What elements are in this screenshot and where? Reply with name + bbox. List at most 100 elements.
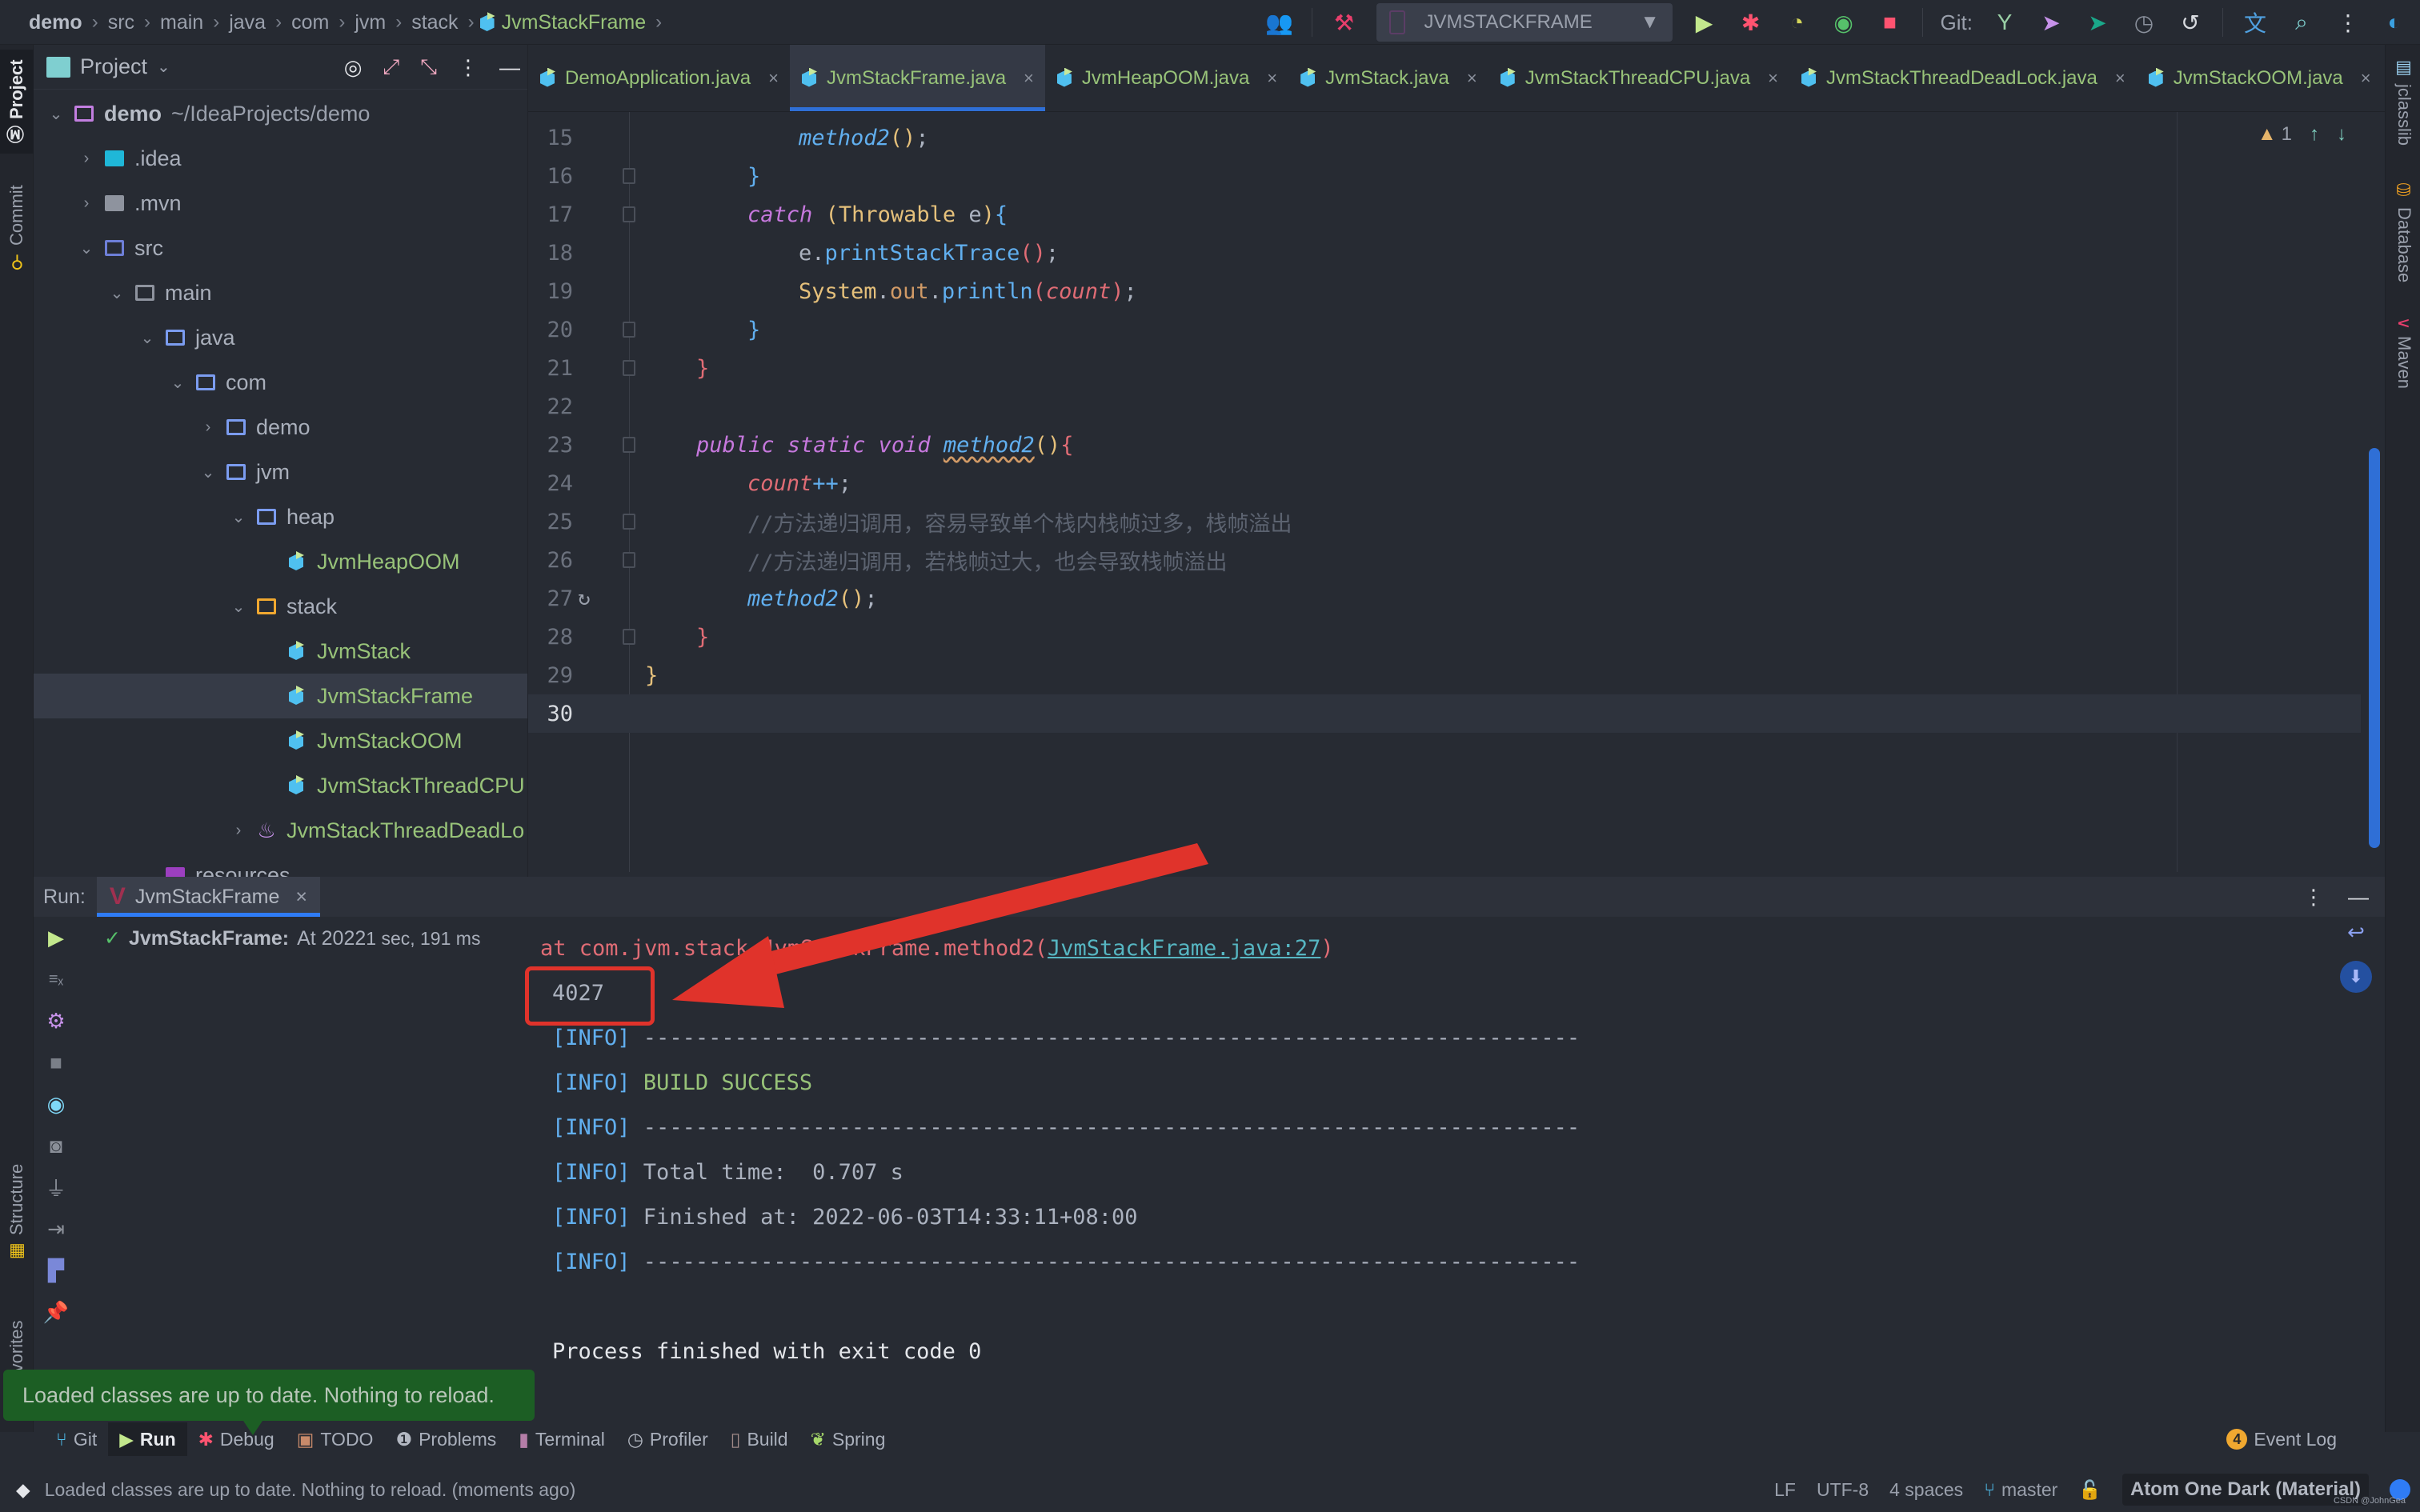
stripe-tab-maven[interactable]: ∨ Maven [2387,317,2420,389]
status-message[interactable]: ◆ Loaded classes are up to date. Nothing… [16,1479,575,1501]
clear-all-icon[interactable]: ≡ₓ [40,958,72,1000]
rerun-icon[interactable]: ▶ [40,917,72,958]
event-log-button[interactable]: 4 Event Log [2226,1429,2337,1450]
collapse-all-icon[interactable]: ⤡ [420,54,437,80]
chevron-down-icon[interactable]: ⌄ [136,328,158,348]
scroll-to-end-icon[interactable]: ⬇ [2340,961,2372,993]
line-number[interactable]: 29 [528,663,573,688]
soft-wrap-icon[interactable]: ↩ [2347,920,2365,945]
more-icon[interactable]: ⋮ [2334,8,2362,37]
indent-setting[interactable]: 4 spaces [1889,1479,1963,1501]
tree-item[interactable]: ⌄ main [34,270,527,315]
fold-icon[interactable] [623,552,635,568]
git-commit-icon[interactable]: ➤ [2083,8,2112,37]
users-icon[interactable]: 👥 [1265,8,1294,37]
plug-icon[interactable]: ⏚ [40,1166,72,1208]
profile-icon[interactable]: ◉ [1829,8,1858,37]
editor-tab[interactable]: JvmStack.java × [1288,45,1488,111]
tree-item[interactable]: ⌄ src [34,226,527,270]
line-number[interactable]: 23 [528,433,573,458]
camera-icon[interactable]: ◙ [40,1125,72,1166]
breadcrumb-item[interactable]: java [224,11,270,34]
chevron-right-icon[interactable]: › [197,418,219,437]
close-icon[interactable]: × [2361,68,2371,89]
options-icon[interactable]: ⋮ [458,55,479,80]
coverage-icon[interactable]: ◔ [1783,8,1812,37]
chevron-down-icon[interactable]: ⌄ [75,238,98,258]
close-icon[interactable]: × [2115,68,2126,89]
breadcrumb-item[interactable]: demo [24,11,87,34]
close-icon[interactable]: × [295,886,307,909]
breadcrumb-item[interactable]: src [103,11,139,34]
tree-item[interactable]: › ♨ JvmStackThreadDeadLo [34,808,527,853]
tree-item[interactable]: JvmHeapOOM [34,539,527,584]
code-editor[interactable]: 15 method2(); 16} 17 catch (Throwable e){18 e… [528,112,2385,872]
close-icon[interactable]: × [768,68,779,89]
fold-icon[interactable] [623,206,635,222]
breadcrumb-item[interactable]: jvm [350,11,391,34]
breadcrumb-item[interactable]: stack [407,11,463,34]
tree-item[interactable]: JvmStackOOM [34,718,527,763]
tree-item[interactable]: ⌄ demo ~/IdeaProjects/demo [34,91,527,136]
options-icon[interactable]: ⋮ [2303,885,2324,910]
line-number[interactable]: 25 [528,510,573,534]
line-number[interactable]: 18 [528,241,573,266]
chevron-down-icon[interactable]: ⌄ [197,462,219,482]
line-number[interactable]: 21 [528,356,573,381]
line-number[interactable]: 26 [528,548,573,573]
line-number[interactable]: 16 [528,164,573,189]
tree-item[interactable]: ⌄ stack [34,584,527,629]
line-number[interactable]: 28 [528,625,573,650]
chevron-down-icon[interactable]: ⌄ [106,283,128,303]
editor-tab[interactable]: JvmStackFrame.java × [789,45,1045,111]
tool-window-debug[interactable]: ✱ Debug [187,1422,286,1456]
tree-item[interactable]: ⌄ resources [34,853,527,878]
chevron-down-icon[interactable]: ⌄ [227,597,250,617]
project-view-selector[interactable]: Project [80,54,147,79]
tree-item[interactable]: JvmStackFrame [34,674,527,718]
tree-item[interactable]: › .mvn [34,181,527,226]
stop-icon[interactable]: ■ [1876,8,1905,37]
line-separator[interactable]: LF [1774,1479,1796,1501]
editor-scrollbar[interactable] [2369,448,2380,848]
pin-icon[interactable]: 📌 [40,1291,72,1333]
inspection-widget[interactable]: ▲ 1 ↑ ↓ [2258,123,2346,146]
chevron-down-icon[interactable]: ⌄ [166,373,189,393]
fold-icon[interactable] [623,514,635,530]
fold-icon[interactable] [623,168,635,184]
git-push-icon[interactable]: ➤ [2037,8,2065,37]
breadcrumb-item[interactable]: JvmStackFrame [497,11,651,34]
git-fetch-icon[interactable]: Y [1990,8,2019,37]
tool-window-run[interactable]: ▶ Run [108,1422,187,1456]
tree-item[interactable]: › .idea [34,136,527,181]
tree-item[interactable]: JvmStack [34,629,527,674]
tree-item[interactable]: ⌄ com [34,360,527,405]
line-number[interactable]: 17 [528,202,573,227]
editor-tab[interactable]: JvmStackOOM.java × [2137,45,2382,111]
tool-window-build[interactable]: ▯ Build [719,1422,799,1456]
close-icon[interactable]: × [1024,68,1034,89]
line-number[interactable]: 30 [528,702,573,726]
stripe-tab-jclasslib[interactable]: ▤ jclasslib [2387,58,2420,146]
watch-icon[interactable]: ◉ [40,1083,72,1125]
file-encoding[interactable]: UTF-8 [1817,1479,1869,1501]
tree-item[interactable]: › demo [34,405,527,450]
line-number[interactable]: 27 [528,586,573,611]
stop-icon[interactable]: ■ [40,1042,72,1083]
line-number[interactable]: 24 [528,471,573,496]
chevron-down-icon[interactable]: ⌄ [136,866,158,878]
fold-icon[interactable] [623,322,635,338]
settings-icon[interactable]: ⚙ [40,1000,72,1042]
stripe-tab-database[interactable]: ⛁ Database [2387,181,2420,282]
locate-file-icon[interactable]: ◎ [344,55,363,80]
editor-tab[interactable]: JvmHeapOOM.java × [1045,45,1288,111]
run-icon[interactable]: ▶ [1690,8,1719,37]
line-number[interactable]: 20 [528,318,573,342]
tool-window-problems[interactable]: ❶ Problems [384,1422,507,1456]
tree-item[interactable]: JvmStackThreadCPU [34,763,527,808]
run-tree-item[interactable]: ✓ JvmStackFrame: At 2022 1 sec, 191 ms [104,926,480,950]
translate-icon[interactable]: 文 [2241,8,2270,37]
tree-item[interactable]: ⌄ heap [34,494,527,539]
tool-window-profiler[interactable]: ◷ Profiler [616,1422,719,1456]
hide-panel-icon[interactable]: — [2348,885,2369,910]
